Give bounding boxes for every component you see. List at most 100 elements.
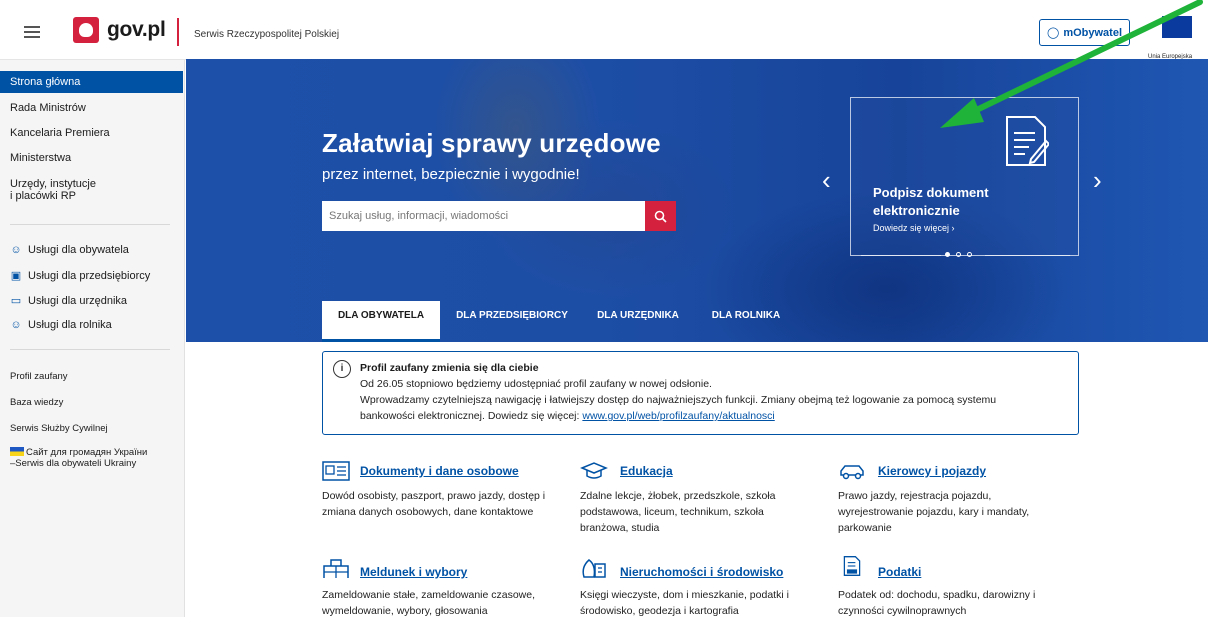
ukraine-link-line1: Сайт для громадян України: [26, 447, 148, 458]
sidebar-link-trusted-profile[interactable]: Profil zaufany: [0, 371, 183, 382]
desc-line: środowisko, geodezja i kartografia: [580, 605, 739, 617]
hamburger-menu-icon[interactable]: [24, 26, 40, 38]
desc-line: Dowód osobisty, paszport, prawo jazdy, d…: [322, 490, 546, 502]
desc-line: wyrejestrowanie pojazdu, kary i mandaty,: [838, 506, 1030, 518]
sidebar-item-clerk-services[interactable]: ▭ Usługi dla urzędnika: [0, 294, 183, 308]
mobywatel-button[interactable]: ◯ mObywatel: [1039, 19, 1130, 46]
sidebar: [0, 60, 185, 617]
category-education-desc: Zdalne lekcje, żłobek, przedszkole, szko…: [580, 488, 776, 536]
gov-pl-logo[interactable]: gov.pl: [73, 17, 166, 43]
sidebar-item-prime-minister-chancellery[interactable]: Kancelaria Premiera: [0, 127, 183, 139]
sidebar-item-farmer-services[interactable]: ☺ Usługi dla rolnika: [0, 319, 183, 331]
tax-document-icon: [843, 556, 861, 576]
sidebar-link-knowledge-base[interactable]: Baza wiedzy: [0, 397, 183, 408]
desc-line: czynności cywilnoprawnych: [838, 605, 967, 617]
person-icon: ☺: [10, 319, 22, 331]
sidebar-divider: [10, 224, 170, 225]
tab-clerk[interactable]: DLA URZĘDNIKA: [586, 301, 690, 342]
category-registration-link[interactable]: Meldunek i wybory: [360, 565, 467, 579]
carousel-dot-2[interactable]: [956, 252, 961, 257]
desc-line: Zdalne lekcje, żłobek, przedszkole, szko…: [580, 490, 776, 502]
notice-line-prefix: bankowości elektronicznej. Dowiedz się w…: [360, 410, 583, 422]
desc-line: Zameldowanie stałe, zameldowanie czasowe…: [322, 589, 536, 601]
category-documents-desc: Dowód osobisty, paszport, prawo jazdy, d…: [322, 488, 545, 520]
carousel-dot-1[interactable]: [945, 252, 950, 257]
category-registration-desc: Zameldowanie stałe, zameldowanie czasowe…: [322, 587, 535, 617]
hero-subtitle: przez internet, bezpiecznie i wygodnie!: [322, 166, 580, 183]
sidebar-item-offices-line2: i placówki RP: [10, 190, 77, 202]
search-button[interactable]: [645, 201, 676, 231]
graduation-cap-icon: [580, 462, 608, 479]
desc-line: Prawo jazdy, rejestracja pojazdu,: [838, 490, 992, 502]
user-circle-icon: ◯: [1047, 27, 1060, 39]
person-icon: ☺: [10, 244, 22, 256]
sidebar-label: Usługi dla obywatela: [28, 244, 129, 256]
carousel-card-link[interactable]: Dowiedz się więcej ›: [873, 223, 955, 233]
carousel-dot-3[interactable]: [967, 252, 972, 257]
tree-house-icon: [582, 559, 606, 578]
top-header: gov.pl Serwis Rzeczypospolitej Polskiej …: [0, 0, 1208, 60]
search-icon: [654, 210, 667, 223]
category-drivers-desc: Prawo jazdy, rejestracja pojazdu, wyreje…: [838, 488, 1029, 536]
sidebar-item-business-services[interactable]: ▣ Usługi dla przedsiębiorcy: [0, 269, 183, 283]
sidebar-label: Usługi dla przedsiębiorcy: [28, 269, 151, 282]
monitor-icon: ▭: [10, 295, 22, 307]
sidebar-link-civil-service[interactable]: Serwis Służby Cywilnej: [0, 423, 183, 434]
info-icon: i: [333, 360, 351, 378]
desc-line: podstawowa, liceum, technikum, szkoła: [580, 506, 764, 518]
id-card-icon: [322, 461, 350, 481]
carousel-prev-arrow-icon[interactable]: ‹: [822, 165, 831, 196]
category-education-link[interactable]: Edukacja: [620, 464, 673, 478]
mobywatel-label: mObywatel: [1063, 26, 1122, 39]
header-divider: [177, 18, 179, 46]
carousel-line: [861, 255, 941, 256]
notice-title: Profil zaufany zmienia się dla ciebie: [360, 362, 539, 374]
sidebar-link-ukraine[interactable]: Сайт для громадян України –Serwis dla ob…: [0, 447, 183, 469]
sidebar-label: Usługi dla rolnika: [28, 319, 112, 331]
notice-line: bankowości elektronicznej. Dowiedz się w…: [360, 410, 775, 422]
sidebar-item-ministries[interactable]: Ministerstwa: [0, 152, 183, 164]
eagle-emblem-icon: [73, 17, 99, 43]
sidebar-item-home[interactable]: Strona główna: [0, 71, 183, 93]
search-input[interactable]: Szukaj usług, informacji, wiadomości: [322, 201, 645, 231]
sidebar-label: Usługi dla urzędnika: [28, 294, 128, 307]
logo-text: gov.pl: [107, 18, 166, 41]
sidebar-divider: [10, 349, 170, 350]
category-taxes-desc: Podatek od: dochodu, spadku, darowizny i…: [838, 587, 1035, 617]
eu-flag-icon: [1162, 16, 1192, 38]
notice-line: Wprowadzamy czytelniejszą nawigację i ła…: [360, 394, 997, 406]
category-real-estate-desc: Księgi wieczyste, dom i mieszkanie, poda…: [580, 587, 789, 617]
category-real-estate-link[interactable]: Nieruchomości i środowisko: [620, 565, 783, 579]
tab-entrepreneur[interactable]: DLA PRZEDSIĘBIORCY: [446, 301, 578, 342]
service-name: Serwis Rzeczypospolitej Polskiej: [194, 29, 340, 40]
car-icon: [840, 465, 864, 480]
carousel-dots: [945, 252, 972, 257]
desc-line: branżowa, studia: [580, 522, 660, 534]
category-drivers-link[interactable]: Kierowcy i pojazdy: [878, 464, 986, 478]
briefcase-icon: ▣: [10, 270, 22, 282]
notice-line: Od 26.05 stopniowo będziemy udostępniać …: [360, 378, 712, 390]
sidebar-item-offices[interactable]: Urzędy, instytucje i placówki RP: [0, 178, 183, 202]
building-icon: [323, 559, 349, 578]
ukraine-flag-icon: [10, 447, 24, 456]
tab-farmer[interactable]: DLA ROLNIKA: [700, 301, 792, 342]
carousel-card-title: Podpisz dokument elektronicznie: [873, 185, 989, 218]
category-documents-link[interactable]: Dokumenty i dane osobowe: [360, 464, 519, 478]
sidebar-item-council-of-ministers[interactable]: Rada Ministrów: [0, 102, 183, 114]
desc-line: wymeldowanie, wybory, głosowania: [322, 605, 488, 617]
ukraine-link-line2: –Serwis dla obywateli Ukrainy: [10, 458, 137, 469]
sidebar-item-offices-line1: Urzędy, instytucje: [10, 178, 96, 190]
document-sign-icon: [1006, 116, 1049, 166]
desc-line: Księgi wieczyste, dom i mieszkanie, poda…: [580, 589, 789, 601]
notice-link[interactable]: www.gov.pl/web/profilzaufany/aktualnosci: [582, 410, 774, 422]
desc-line: Podatek od: dochodu, spadku, darowizny i: [838, 589, 1036, 601]
eu-logo: Unia Europejska: [1144, 10, 1208, 60]
desc-line: parkowanie: [838, 522, 892, 534]
tab-citizen[interactable]: DLA OBYWATELA: [322, 301, 440, 342]
hero-title: Załatwiaj sprawy urzędowe: [322, 128, 661, 158]
carousel-line: [985, 255, 1070, 256]
carousel-next-arrow-icon[interactable]: ›: [1093, 165, 1102, 196]
desc-line: zmiana danych osobowych, dane kontaktowe: [322, 506, 534, 518]
category-taxes-link[interactable]: Podatki: [878, 565, 921, 579]
sidebar-item-citizen-services[interactable]: ☺ Usługi dla obywatela: [0, 244, 183, 256]
